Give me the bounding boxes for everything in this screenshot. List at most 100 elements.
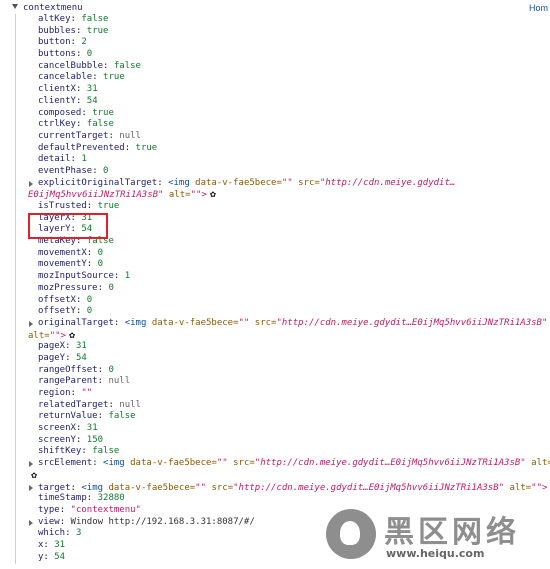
attribute-value: "" — [195, 482, 207, 493]
colon: : — [65, 341, 76, 352]
event-root-header[interactable]: contextmenu — [12, 2, 83, 14]
property-key: detail — [38, 154, 71, 165]
property-value: Window http://192.168.3.31:8087/#/ — [70, 516, 255, 527]
property-row-movementY: movementY: 0 — [0, 259, 550, 271]
watermark-title: 黑区网络 — [384, 515, 520, 550]
property-value: 3 — [75, 528, 82, 539]
attribute-name: src= — [211, 482, 234, 493]
property-row-explicitOriginalTarget[interactable]: explicitOriginalTarget: <img data-v-fae5… — [0, 178, 550, 190]
property-key: which — [38, 528, 66, 539]
colon: : — [97, 411, 109, 422]
element-tag: <img — [124, 317, 147, 328]
property-row-detail: detail: 1 — [0, 154, 550, 166]
property-value: true — [97, 201, 120, 211]
property-key: movementY — [38, 259, 87, 270]
property-row-composed: composed: true — [0, 108, 550, 120]
property-value: 54 — [75, 352, 87, 363]
property-value: null — [108, 376, 131, 387]
property-value: null — [119, 399, 141, 410]
property-value: false — [92, 446, 120, 457]
property-row-timeStamp: timeStamp: 32880 — [0, 493, 550, 505]
expand-arrow-icon[interactable] — [29, 519, 33, 526]
colon: : — [92, 72, 104, 83]
inspect-node-icon[interactable]: ✿ — [210, 189, 216, 201]
property-row-clientX: clientX: 31 — [0, 84, 550, 96]
property-key: isTrusted — [38, 201, 87, 211]
property-key: buttons — [38, 49, 76, 60]
colon: : — [59, 504, 71, 515]
property-key: bubbles — [38, 25, 76, 36]
property-row-pageY: pageY: 54 — [0, 353, 550, 365]
property-key: explicitOriginalTarget — [38, 177, 158, 188]
expand-arrow-icon[interactable] — [29, 180, 33, 187]
expand-triangle-icon[interactable] — [12, 4, 18, 9]
property-value: false — [86, 119, 114, 130]
watermark-url: www.heiqu.com — [386, 547, 485, 560]
colon: : — [113, 271, 125, 282]
home-link[interactable]: Hom — [529, 2, 548, 14]
watermark-logo-icon — [326, 509, 376, 559]
colon: : — [157, 177, 169, 188]
property-value: 0 — [108, 364, 114, 375]
attribute-value: "http://cdn.meiye.gdydit…E0ijMq5hvv6iiJN… — [254, 458, 526, 469]
property-row-srcElement[interactable]: srcElement: <img data-v-fae5bece="" src=… — [0, 458, 550, 470]
property-key: cancelable — [38, 72, 93, 83]
property-group: altKey: false bubbles: true button: 2 butto… — [0, 14, 550, 178]
colon: : — [92, 458, 104, 469]
property-group: pageX: 31 pageY: 54 rangeOffset: 0 rangePar… — [0, 341, 550, 458]
property-key: defaultPrevented — [38, 142, 125, 153]
colon: : — [75, 49, 87, 60]
expand-arrow-icon[interactable] — [29, 461, 33, 468]
colon: : — [65, 352, 76, 363]
property-key: movementX — [38, 247, 87, 258]
property-row-target[interactable]: target: <img data-v-fae5bece="" src="htt… — [0, 482, 550, 494]
colon: : — [103, 60, 114, 71]
property-value: 1 — [124, 271, 131, 282]
watermark: 黑区网络 www.heiqu.com — [326, 507, 546, 565]
property-row-screenX: screenX: 31 — [0, 423, 550, 435]
expand-arrow-icon[interactable] — [29, 320, 33, 327]
colon: : — [124, 142, 136, 153]
inspect-node-icon[interactable]: ✿ — [31, 470, 37, 482]
property-row-clientY: clientY: 54 — [0, 96, 550, 108]
event-type-label: contextmenu — [23, 3, 83, 13]
attribute-name: data-v-fae5bece= — [151, 317, 239, 328]
attribute-value: "" — [216, 458, 228, 469]
attribute-name: alt= — [168, 190, 191, 201]
inspect-node-icon[interactable]: ✿ — [69, 330, 75, 342]
property-row-returnValue: returnValue: false — [0, 411, 550, 423]
property-row-relatedTarget: relatedTarget: null — [0, 400, 550, 412]
property-key: shiftKey — [38, 446, 82, 457]
colon: : — [75, 294, 87, 305]
property-value: 0 — [97, 259, 104, 270]
property-value: "contextmenu" — [70, 504, 141, 515]
property-row-buttons: buttons: 0 — [0, 49, 550, 61]
property-row-continuation: alt=""> ✿ — [0, 330, 550, 342]
attribute-name: alt= — [509, 482, 532, 493]
property-row-originalTarget[interactable]: originalTarget: <img data-v-fae5bece="" … — [0, 318, 550, 330]
attribute-value: "" — [281, 177, 293, 188]
property-value: 0 — [86, 306, 93, 317]
attribute-value: ""> — [190, 190, 207, 201]
colon: : — [81, 107, 93, 118]
property-key: eventPhase — [38, 165, 93, 176]
property-row-eventPhase: eventPhase: 0 — [0, 166, 550, 178]
property-key: composed — [38, 107, 82, 118]
property-tree: altKey: false bubbles: true button: 2 butto… — [0, 14, 550, 563]
colon: : — [43, 551, 55, 562]
colon: : — [70, 482, 82, 493]
property-row-region: region: "" — [0, 388, 550, 400]
expand-arrow-icon[interactable] — [29, 484, 33, 491]
property-value: 54 — [86, 95, 98, 106]
property-key: view — [38, 516, 60, 527]
colon: : — [81, 446, 93, 457]
element-tag: <img — [168, 177, 190, 188]
property-key: offsetX — [38, 294, 76, 305]
attribute-value: "" — [238, 317, 250, 328]
property-key: mozPressure — [38, 282, 98, 293]
property-value: false — [113, 60, 141, 71]
element-tag: <img — [81, 482, 104, 493]
property-row-defaultPrevented: defaultPrevented: true — [0, 143, 550, 155]
property-key: ctrlKey — [38, 119, 76, 130]
property-key: clientX — [38, 84, 76, 95]
